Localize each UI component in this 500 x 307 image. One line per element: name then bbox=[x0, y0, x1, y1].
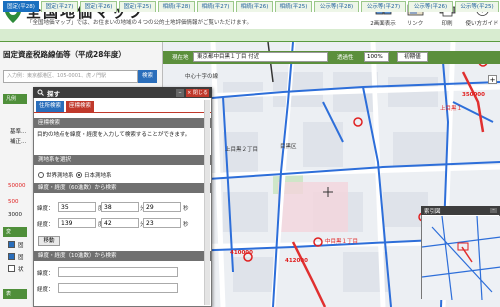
layer-checkbox-3-label: 状 bbox=[18, 267, 24, 273]
guide-label: 使い方ガイド bbox=[465, 21, 499, 27]
tab-address-search[interactable]: 住所検索 bbox=[36, 101, 64, 112]
tab-souzoku-h25[interactable]: 相続(平25) bbox=[275, 1, 312, 12]
longitude-degrees-input[interactable]: 139 bbox=[58, 218, 96, 228]
latitude-degrees-input[interactable]: 35 bbox=[58, 202, 96, 212]
radio-world-datum-label: 世界測地系 bbox=[46, 173, 74, 179]
address-label: 現在地 bbox=[172, 55, 189, 61]
map-price-1: 410000 bbox=[230, 250, 253, 256]
reset-button[interactable]: 初期値 bbox=[397, 52, 428, 62]
search-dialog-title: 探す bbox=[47, 90, 60, 98]
index-map-title: 索引図 bbox=[424, 209, 441, 215]
layer-tab-bar bbox=[0, 29, 500, 42]
close-button[interactable]: × 閉じる bbox=[186, 89, 209, 97]
tab-souzoku-h27[interactable]: 相続(平27) bbox=[197, 1, 234, 12]
display-header[interactable]: 表 bbox=[3, 289, 27, 299]
layer-checkbox-2[interactable] bbox=[8, 253, 15, 260]
map-price-3: 350000 bbox=[462, 92, 485, 98]
layer-checkbox-3[interactable] bbox=[8, 265, 15, 272]
side-label-1: 基準... bbox=[10, 129, 27, 135]
map-label-center-cross: 中心十字の線 bbox=[185, 74, 219, 80]
latitude10-input[interactable] bbox=[58, 267, 178, 277]
move-button[interactable]: 移動 bbox=[38, 236, 60, 246]
legend-header[interactable]: 凡例 bbox=[3, 94, 27, 104]
index-map-minimize-button[interactable]: – bbox=[490, 208, 497, 213]
radio-japan-datum-label: 日本測地系 bbox=[84, 173, 112, 179]
tab-koji-h26[interactable]: 公示等(平26) bbox=[408, 1, 453, 12]
tab-kotei-h28[interactable]: 固定(平28) bbox=[3, 1, 39, 12]
longitude-minutes-input[interactable]: 42 bbox=[101, 218, 139, 228]
layer-checkbox-1[interactable] bbox=[8, 241, 15, 248]
tab-coordinate-search[interactable]: 座標検索 bbox=[66, 101, 94, 112]
tab-koji-h28[interactable]: 公示等(平28) bbox=[314, 1, 359, 12]
tab-koji-h25[interactable]: 公示等(平25) bbox=[455, 1, 499, 12]
dialog-scrollbar[interactable] bbox=[204, 100, 210, 305]
section-datum: 測地系を選択 bbox=[34, 155, 211, 165]
tab-souzoku-h26[interactable]: 相続(平26) bbox=[236, 1, 273, 12]
layer-checkbox-2-label: 固 bbox=[18, 255, 24, 261]
index-map[interactable] bbox=[421, 206, 500, 300]
latitude-seconds-input[interactable]: 29 bbox=[143, 202, 181, 212]
longitude-seconds-unit: 秒 bbox=[183, 222, 189, 228]
layer-checkbox-1-label: 固 bbox=[18, 243, 24, 249]
radio-japan-datum[interactable] bbox=[76, 172, 82, 178]
change-header[interactable]: 変 bbox=[3, 227, 27, 237]
map-label-kamimeguro2: 上目黒２丁目 bbox=[225, 147, 259, 153]
longitude-label: 経度： bbox=[37, 222, 54, 228]
dual-screen-label: 2画面表示 bbox=[370, 21, 396, 27]
minimize-button[interactable]: – bbox=[176, 89, 184, 97]
tab-koji-h27[interactable]: 公示等(平27) bbox=[361, 1, 406, 12]
tab-kotei-h27[interactable]: 固定(平27) bbox=[41, 1, 78, 12]
longitude10-label: 経度： bbox=[37, 287, 54, 293]
tab-underline bbox=[34, 112, 211, 113]
longitude10-input[interactable] bbox=[58, 283, 178, 293]
latitude-minutes-input[interactable]: 38 bbox=[101, 202, 139, 212]
left-panel-title: 固定資産税路線価等（平成28年度） bbox=[3, 50, 126, 59]
latitude-label: 緯度： bbox=[37, 206, 54, 212]
radio-world-datum[interactable] bbox=[38, 172, 44, 178]
tab-kotei-h26[interactable]: 固定(平26) bbox=[80, 1, 117, 12]
tab-kotei-h25[interactable]: 固定(平25) bbox=[119, 1, 156, 12]
map-label-meguro-ku: 目黒区 bbox=[280, 144, 297, 150]
link-label: リンク bbox=[406, 21, 424, 27]
side-label-2: 補正... bbox=[10, 139, 27, 145]
section-latlon-10: 緯度・経度（10進数）から検索 bbox=[34, 251, 211, 261]
map-label-kamimeguro1: 上目黒１ bbox=[440, 106, 463, 112]
place-search-input[interactable]: 入力例：東京都港区、105-0001、虎ノ門駅 bbox=[3, 70, 138, 83]
map-price-2: 412000 bbox=[285, 258, 308, 264]
side-value-3: 3000 bbox=[8, 212, 22, 218]
zoom-in-button[interactable]: + bbox=[488, 75, 497, 84]
section-coordinate-search: 座標検索 bbox=[34, 118, 211, 128]
search-icon bbox=[37, 89, 44, 96]
radio-dot bbox=[78, 174, 80, 176]
address-display: 東京都中目黒１丁目 付近 bbox=[193, 52, 328, 62]
tab-souzoku-h28[interactable]: 相続(平28) bbox=[158, 1, 195, 12]
tagline: 「全国地価マップ」では、お住まいの地域の４つの公的土地評価情報がご覧いただけます… bbox=[27, 20, 252, 26]
side-value-1: 50000 bbox=[8, 183, 26, 189]
latitude10-label: 緯度： bbox=[37, 271, 54, 277]
opacity-label: 透過性 bbox=[337, 55, 354, 61]
opacity-select[interactable]: 100% bbox=[364, 52, 389, 62]
side-value-2: 500 bbox=[8, 199, 19, 205]
longitude-seconds-input[interactable]: 23 bbox=[143, 218, 181, 228]
map-label-nakameguro: 中目黒１丁目 bbox=[325, 239, 359, 245]
print-label: 印刷 bbox=[441, 21, 453, 27]
place-search-button[interactable]: 検索 bbox=[138, 70, 157, 83]
section-latlon-60: 緯度・経度（60進数）から検索 bbox=[34, 183, 211, 193]
latitude-seconds-unit: 秒 bbox=[183, 206, 189, 212]
coordinate-description: 目的の地点を緯度・経度を入力して検索することができます。 bbox=[37, 132, 191, 138]
